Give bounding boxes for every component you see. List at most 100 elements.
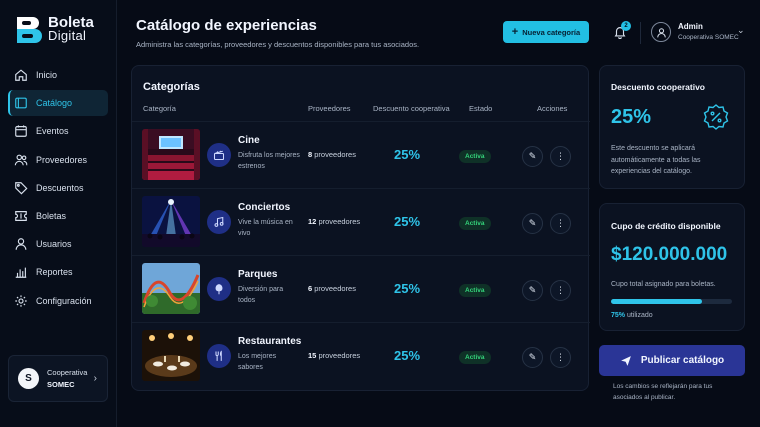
music-note-icon xyxy=(207,210,231,234)
sidebar-item-reportes[interactable]: Reportes xyxy=(8,259,108,285)
discount-value: 25% xyxy=(394,214,421,229)
cooperative-switcher[interactable]: S Cooperativa SOMEC › xyxy=(8,355,108,402)
pencil-icon: ✎ xyxy=(528,151,537,161)
credit-card: Cupo de crédito disponible $120.000.000 … xyxy=(599,203,745,331)
providers-count: 6 proveedores xyxy=(308,284,356,293)
categories-panel: Categorías Categoría Proveedores Descuen… xyxy=(131,65,590,391)
category-name: Parques xyxy=(238,269,278,280)
discount-card: Descuento cooperativo 25% Este descuento… xyxy=(599,65,745,189)
sidebar-item-descuentos[interactable]: Descuentos xyxy=(8,175,108,201)
sidebar-item-configuracion[interactable]: Configuración xyxy=(8,288,108,314)
clapperboard-icon xyxy=(207,143,231,167)
providers-count: 15 proveedores xyxy=(308,351,360,360)
discount-card-value: 25% xyxy=(611,106,652,128)
chevron-down-icon[interactable]: ⌄ xyxy=(737,25,745,36)
gear-icon xyxy=(15,294,27,307)
providers-count: 8 proveedores xyxy=(308,150,356,159)
credit-usage-text: 75% utilizado xyxy=(611,312,653,319)
status-badge: Activa xyxy=(459,284,491,297)
column-header-actions: Acciones xyxy=(537,104,568,113)
users-icon xyxy=(14,154,28,165)
page-subtitle: Administra las categorías, proveedores y… xyxy=(136,40,420,49)
kebab-menu-icon: ⋮ xyxy=(556,151,565,161)
sidebar-item-boletas[interactable]: Boletas xyxy=(8,203,108,229)
category-name: Conciertos xyxy=(238,202,291,213)
home-icon xyxy=(15,69,27,81)
sidebar-nav: Inicio Catálogo Eventos Proveedores Desc… xyxy=(8,62,108,316)
logo-icon xyxy=(14,14,42,44)
discount-value: 25% xyxy=(394,147,421,162)
coop-name: SOMEC xyxy=(47,379,75,389)
discount-value: 25% xyxy=(394,281,421,296)
restaurant-thumbnail xyxy=(142,330,200,381)
catalog-icon xyxy=(15,97,27,109)
table-row[interactable]: Parques Diversión para todos 6 proveedor… xyxy=(132,255,590,322)
avatar: S xyxy=(18,368,39,389)
status-badge: Activa xyxy=(459,150,491,163)
pencil-icon: ✎ xyxy=(528,352,537,362)
tag-icon xyxy=(15,181,28,195)
publish-catalog-button[interactable]: Publicar catálogo xyxy=(599,345,745,376)
category-description: Los mejores sabores xyxy=(238,353,277,371)
sidebar-item-inicio[interactable]: Inicio xyxy=(8,62,108,88)
header-divider xyxy=(640,22,641,44)
credit-card-text: Cupo total asignado para boletas. xyxy=(611,281,716,288)
discount-value: 25% xyxy=(394,348,421,363)
providers-label: proveedores xyxy=(318,351,361,360)
notification-badge: 2 xyxy=(621,21,631,31)
sidebar-item-proveedores[interactable]: Proveedores xyxy=(8,147,108,173)
edit-button[interactable]: ✎ xyxy=(522,280,543,301)
chevron-right-icon: › xyxy=(93,373,97,384)
ticket-icon xyxy=(15,210,27,221)
more-options-button[interactable]: ⋮ xyxy=(550,347,571,368)
panel-title: Categorías xyxy=(143,81,200,93)
user-org: Cooperativa SOMEC xyxy=(678,34,739,41)
status-badge: Activa xyxy=(459,351,491,364)
credit-usage-pct: 75% xyxy=(611,312,626,319)
sidebar: Boleta Digital Inicio Catálogo Eventos P… xyxy=(0,0,117,427)
table-row[interactable]: Restaurantes Los mejores sabores 15 prov… xyxy=(132,322,590,389)
providers-number: 12 xyxy=(308,217,317,226)
user-name: Admin xyxy=(678,22,703,31)
sidebar-item-usuarios[interactable]: Usuarios xyxy=(8,231,108,257)
user-avatar-icon[interactable] xyxy=(651,22,671,42)
edit-button[interactable]: ✎ xyxy=(522,213,543,234)
page-title: Catálogo de experiencias xyxy=(136,17,317,34)
publish-label: Publicar catálogo xyxy=(640,355,725,366)
more-options-button[interactable]: ⋮ xyxy=(550,213,571,234)
column-header-category: Categoría xyxy=(143,104,176,113)
more-options-button[interactable]: ⋮ xyxy=(550,280,571,301)
coop-label: Cooperativa xyxy=(47,367,88,377)
cinema-thumbnail xyxy=(142,129,200,180)
publish-note: Los cambios se reflejarán para tus asoci… xyxy=(613,383,713,401)
sidebar-item-label: Usuarios xyxy=(36,239,72,250)
kebab-menu-icon: ⋮ xyxy=(556,285,565,295)
sidebar-item-catalogo[interactable]: Catálogo xyxy=(8,90,108,117)
sidebar-item-eventos[interactable]: Eventos xyxy=(8,118,108,144)
new-category-label: Nueva categoría xyxy=(522,27,581,37)
edit-button[interactable]: ✎ xyxy=(522,146,543,167)
credit-card-title: Cupo de crédito disponible xyxy=(611,221,721,231)
providers-count: 12 proveedores xyxy=(308,217,360,226)
new-category-button[interactable]: + Nueva categoría xyxy=(503,21,589,43)
credit-usage-bar xyxy=(611,299,732,304)
category-description: Diversión para todos xyxy=(238,286,284,304)
more-options-button[interactable]: ⋮ xyxy=(550,146,571,167)
category-name: Restaurantes xyxy=(238,336,302,347)
discount-card-title: Descuento cooperativo xyxy=(611,82,705,92)
pencil-icon: ✎ xyxy=(528,218,537,228)
send-icon xyxy=(620,355,631,366)
sidebar-item-label: Proveedores xyxy=(36,154,88,165)
chart-icon xyxy=(15,267,27,279)
providers-number: 15 xyxy=(308,351,317,360)
sidebar-item-label: Inicio xyxy=(36,70,58,80)
concert-thumbnail xyxy=(142,196,200,247)
providers-number: 8 xyxy=(308,150,313,159)
table-row[interactable]: Conciertos Vive la música en vivo 12 pro… xyxy=(132,188,590,255)
logo[interactable]: Boleta Digital xyxy=(14,14,94,44)
edit-button[interactable]: ✎ xyxy=(522,347,543,368)
credit-usage-label: utilizado xyxy=(626,312,653,319)
column-header-discount: Descuento cooperativa xyxy=(373,104,450,113)
tree-icon xyxy=(207,277,231,301)
table-row[interactable]: Cine Disfruta los mejores estrenos 8 pro… xyxy=(132,121,590,188)
